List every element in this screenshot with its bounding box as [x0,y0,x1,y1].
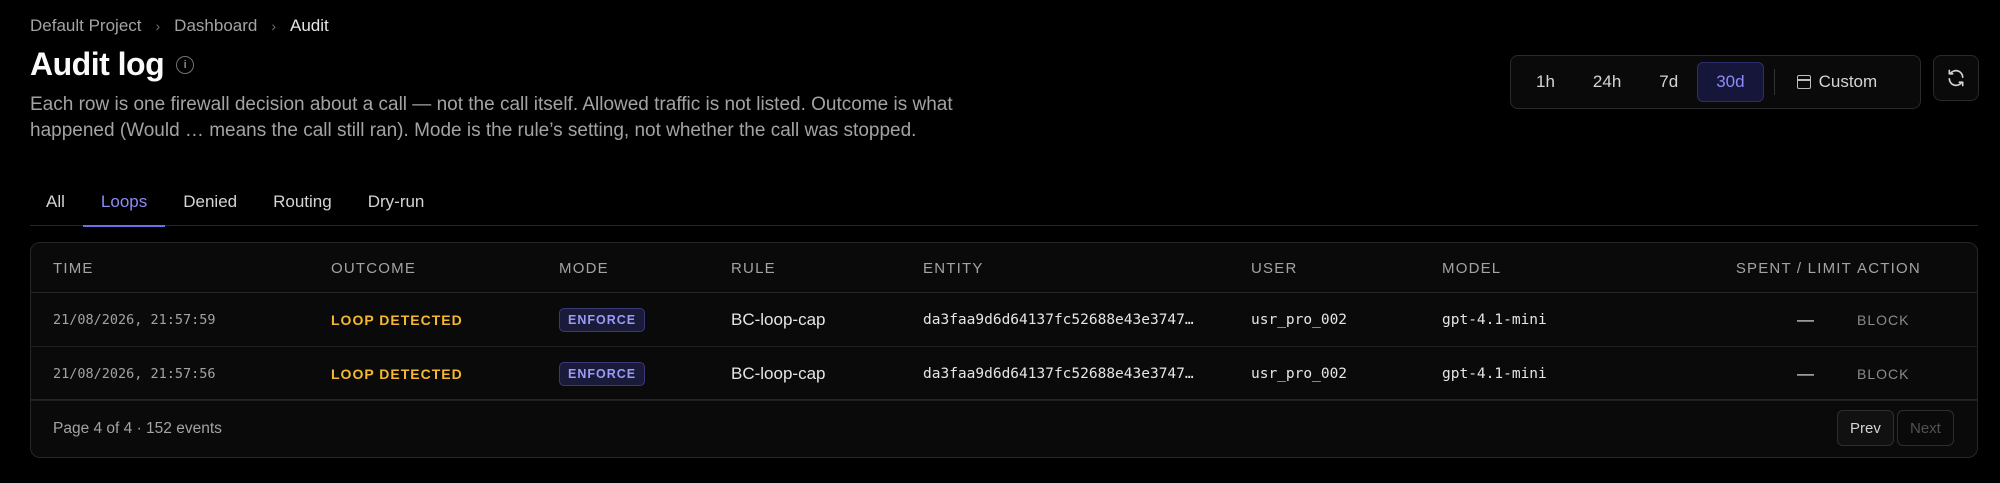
range-divider [1773,69,1775,95]
range-30d-button[interactable]: 30d [1697,62,1764,102]
tab-routing[interactable]: Routing [255,180,350,226]
cell-time: 21/08/2026, 21:57:56 [53,365,216,382]
tab-denied[interactable]: Denied [165,180,255,226]
table-header: TIME OUTCOME MODE RULE ENTITY USER MODEL… [31,243,1977,293]
cell-model: gpt-4.1-mini [1442,365,1547,382]
filter-tabs: All Loops Denied Routing Dry-run [30,180,1978,227]
mode-badge: ENFORCE [559,361,646,386]
cell-action: BLOCK [1857,365,1910,382]
next-page-button[interactable]: Next [1897,410,1954,446]
cell-user: usr_pro_002 [1251,365,1348,382]
breadcrumb-item-dashboard[interactable]: Dashboard [174,16,257,36]
chevron-right-icon: › [271,18,277,34]
page-description: Each row is one firewall decision about … [30,94,953,141]
prev-page-button[interactable]: Prev [1837,410,1894,446]
tab-dry-run[interactable]: Dry-run [350,180,443,226]
custom-range-label: Custom [1818,72,1878,91]
header-rule[interactable]: RULE [731,260,776,277]
range-7d-button[interactable]: 7d [1640,62,1697,102]
cell-time: 21/08/2026, 21:57:59 [53,311,216,328]
cell-entity[interactable]: da3faa9d6d64137fc52688e43e3747… [923,366,1208,382]
audit-table: TIME OUTCOME MODE RULE ENTITY USER MODEL… [30,242,1978,458]
range-1h-button[interactable]: 1h [1517,62,1574,102]
cell-spent-limit: — [1797,309,1814,329]
cell-spent-limit: — [1797,363,1814,383]
info-icon[interactable]: i [176,55,195,74]
breadcrumb-item-audit: Audit [290,16,329,35]
refresh-icon [1948,69,1964,87]
tab-loops[interactable]: Loops [82,180,166,227]
cell-rule[interactable]: BC-loop-cap [731,310,826,330]
header-spent-limit[interactable]: SPENT / LIMIT [1736,260,1852,277]
custom-range-button[interactable]: Custom [1785,62,1890,102]
header-action[interactable]: ACTION [1857,260,1921,277]
cell-entity[interactable]: da3faa9d6d64137fc52688e43e3747… [923,312,1208,328]
cell-model: gpt-4.1-mini [1442,311,1547,328]
table-row[interactable]: 21/08/2026, 21:57:56 LOOP DETECTED ENFOR… [31,347,1977,401]
table-footer: Page 4 of 4 · 152 events Prev Next [31,399,1977,457]
calendar-icon [1796,75,1811,89]
header-outcome[interactable]: OUTCOME [331,260,416,277]
title-row: Audit log i [30,46,195,83]
breadcrumb: Default Project › Dashboard › Audit [30,16,329,36]
refresh-button[interactable] [1933,55,1979,101]
table-row[interactable]: 21/08/2026, 21:57:59 LOOP DETECTED ENFOR… [31,293,1977,347]
page-title: Audit log [30,46,165,82]
header-user[interactable]: USER [1251,260,1297,277]
range-24h-button[interactable]: 24h [1574,62,1640,102]
header-time[interactable]: TIME [53,260,94,277]
cell-user: usr_pro_002 [1251,311,1348,328]
cell-action: BLOCK [1857,311,1910,328]
mode-badge: ENFORCE [559,307,646,332]
outcome-label: LOOP DETECTED [331,311,463,328]
tab-all[interactable]: All [30,180,83,226]
breadcrumb-item-project[interactable]: Default Project [30,16,142,36]
header-entity[interactable]: ENTITY [923,260,984,277]
outcome-label: LOOP DETECTED [331,365,463,382]
chevron-right-icon: › [155,18,161,34]
header-mode[interactable]: MODE [559,260,609,277]
cell-rule[interactable]: BC-loop-cap [731,364,826,384]
pagination-info: Page 4 of 4 · 152 events [53,420,222,437]
header-model[interactable]: MODEL [1442,260,1501,277]
time-range-selector: 1h 24h 7d 30d Custom [1510,55,1921,109]
